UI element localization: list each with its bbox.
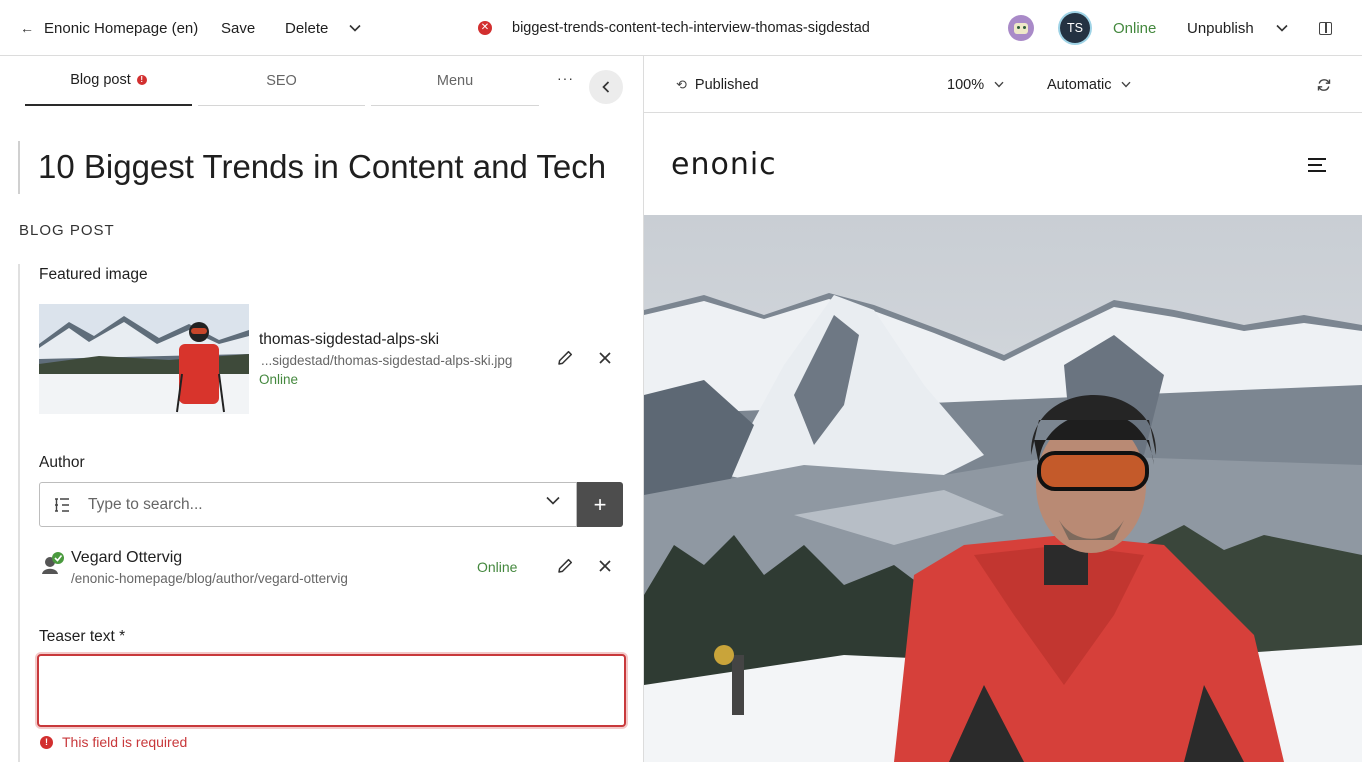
- image-path: ...sigdestad/thomas-sigdestad-alps-ski.j…: [261, 353, 513, 368]
- refresh-preview-button[interactable]: [1317, 56, 1331, 113]
- zoom-value: 100%: [947, 76, 985, 93]
- menu-icon[interactable]: [1308, 158, 1326, 176]
- refresh-icon: [1317, 78, 1331, 91]
- teaser-label: Teaser text *: [39, 628, 126, 645]
- preview-mode-dropdown[interactable]: Automatic: [1047, 56, 1131, 113]
- person-content-icon: [40, 551, 64, 575]
- chevron-down-icon: [1121, 81, 1131, 88]
- add-author-button[interactable]: +: [577, 482, 623, 527]
- more-tabs-button[interactable]: ···: [557, 70, 574, 86]
- remove-author-button[interactable]: [594, 555, 616, 577]
- invalid-content-icon: ✕: [478, 0, 492, 56]
- site-logo[interactable]: enonic: [671, 147, 777, 182]
- chevron-left-icon: [602, 81, 610, 93]
- live-preview[interactable]: enonic: [644, 113, 1362, 762]
- delete-button[interactable]: Delete: [285, 0, 328, 56]
- pencil-icon: [558, 350, 573, 365]
- author-search-input[interactable]: [88, 495, 508, 514]
- section-divider: [18, 264, 20, 762]
- image-name: thomas-sigdestad-alps-ski: [259, 331, 440, 348]
- user-avatar[interactable]: TS: [1060, 0, 1090, 56]
- tab-menu[interactable]: Menu: [371, 56, 539, 106]
- page-title[interactable]: 10 Biggest Trends in Content and Tech: [38, 148, 606, 186]
- error-badge-icon: !: [136, 75, 147, 85]
- author-name: Vegard Ottervig: [71, 549, 183, 566]
- tab-label: SEO: [266, 72, 297, 89]
- tab-label: Blog post: [70, 72, 131, 88]
- plus-icon: +: [593, 491, 607, 517]
- site-header: enonic: [644, 113, 1362, 215]
- top-toolbar: ← Enonic Homepage (en) Save Delete ✕ big…: [0, 0, 1362, 56]
- teaser-textarea[interactable]: [37, 654, 626, 727]
- error-text: This field is required: [62, 734, 188, 750]
- collapse-panel-button[interactable]: [589, 70, 623, 104]
- chevron-down-icon: [349, 24, 361, 32]
- featured-image-thumbnail[interactable]: [39, 304, 249, 414]
- section-heading: BLOG POST: [19, 222, 115, 239]
- tab-blog-post[interactable]: Blog post !: [25, 56, 192, 106]
- chevron-down-icon: [994, 81, 1004, 88]
- close-icon: [599, 560, 611, 572]
- back-button[interactable]: ← Enonic Homepage (en): [20, 0, 198, 56]
- error-icon: !: [40, 735, 53, 749]
- content-form-panel: Blog post ! SEO Menu ··· 10 Biggest Tren…: [0, 56, 643, 762]
- save-button[interactable]: Save: [221, 0, 255, 56]
- form-tabs: Blog post ! SEO Menu: [25, 56, 545, 106]
- edit-image-button[interactable]: [554, 347, 576, 369]
- chevron-down-icon[interactable]: [546, 496, 560, 505]
- remove-image-button[interactable]: [594, 347, 616, 369]
- toggle-panel-button[interactable]: [1319, 0, 1332, 56]
- history-icon: ⟲: [676, 76, 687, 92]
- hero-image: [644, 215, 1362, 762]
- featured-image-label: Featured image: [39, 266, 148, 283]
- zoom-dropdown[interactable]: 100%: [947, 56, 1004, 113]
- pencil-icon: [558, 558, 573, 573]
- arrow-left-icon: ←: [20, 20, 34, 36]
- teaser-error: ! This field is required: [40, 734, 187, 750]
- chevron-down-icon: [1276, 24, 1288, 32]
- author-label: Author: [39, 454, 85, 471]
- close-icon: [599, 352, 611, 364]
- title-indicator: [18, 141, 20, 194]
- preview-toolbar: ⟲ Published 100% Automatic: [644, 56, 1362, 113]
- author-status: Online: [477, 559, 518, 575]
- version-history-button[interactable]: ⟲ Published: [676, 56, 759, 113]
- back-label: Enonic Homepage (en): [44, 19, 199, 37]
- tab-label: Menu: [436, 72, 474, 89]
- publish-status: Online: [1113, 19, 1157, 37]
- content-path: biggest-trends-content-tech-interview-th…: [512, 20, 870, 36]
- author-path: /enonic-homepage/blog/author/vegard-otte…: [71, 571, 348, 586]
- author-selector: [39, 482, 577, 527]
- edit-author-button[interactable]: [554, 555, 576, 577]
- publish-menu-dropdown[interactable]: [1276, 0, 1288, 56]
- image-status: Online: [259, 372, 299, 387]
- preview-mode-value: Automatic: [1047, 76, 1112, 93]
- collaborator-avatar[interactable]: [1008, 0, 1034, 56]
- tree-list-icon[interactable]: [54, 497, 70, 512]
- tab-seo[interactable]: SEO: [198, 56, 365, 106]
- panel-layout-icon: [1319, 21, 1332, 35]
- more-actions-dropdown[interactable]: [349, 0, 361, 56]
- preview-status: Published: [694, 76, 759, 93]
- unpublish-button[interactable]: Unpublish: [1187, 0, 1254, 56]
